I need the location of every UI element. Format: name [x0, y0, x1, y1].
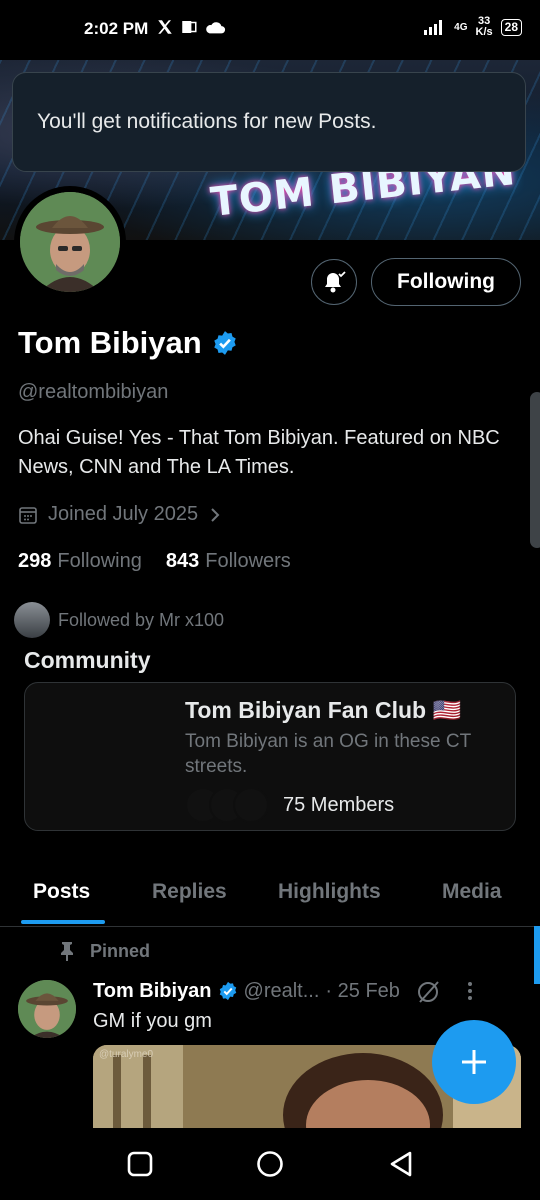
status-notification-icons [156, 18, 226, 36]
signal-icon [424, 20, 443, 35]
joined-date-row[interactable]: Joined July 2025 [18, 503, 222, 526]
following-button[interactable]: Following [371, 258, 521, 306]
followers-stat[interactable]: 843 Followers [166, 550, 291, 573]
notification-toast: You'll get notifications for new Posts. [12, 72, 526, 172]
profile-name-row: Tom Bibiyan [18, 325, 238, 361]
more-options-icon[interactable] [466, 980, 474, 1002]
pinned-label-row: Pinned [58, 940, 150, 962]
followed-by-row[interactable]: Followed by Mr x100 [14, 602, 224, 638]
pin-icon [61, 942, 73, 961]
followers-count: 843 [165, 550, 200, 572]
profile-display-name: Tom Bibiyan [18, 325, 202, 360]
status-time: 2:02 PM [84, 19, 149, 38]
plus-icon [462, 1050, 486, 1074]
followed-by-text: Followed by Mr x100 [58, 609, 225, 630]
following-stat[interactable]: 298 Following [18, 550, 142, 573]
active-tab-indicator [21, 920, 105, 924]
tab-highlights[interactable]: Highlights [278, 880, 381, 904]
grok-icon[interactable] [416, 978, 442, 1004]
compose-post-button[interactable] [432, 1020, 516, 1104]
avatar-photo [20, 192, 120, 292]
edge-panel-handle[interactable] [530, 392, 540, 548]
profile-handle: @realtombibiyan [18, 381, 169, 403]
chevron-right-icon [211, 507, 220, 522]
post-author-name[interactable]: Tom Bibiyan [93, 980, 212, 1003]
tab-replies[interactable]: Replies [152, 880, 227, 904]
net-speed: 33 K/s [476, 16, 493, 38]
community-card[interactable]: Tom Bibiyan Fan Club 🇺🇸 Tom Bibiyan is a… [24, 682, 516, 831]
profile-bio: Ohai Guise! Yes - That Tom Bibiyan. Feat… [18, 427, 500, 478]
cloud-icon [206, 22, 226, 34]
post-header: Tom Bibiyan @realt... · 25 Feb [93, 978, 474, 1004]
verified-badge-icon [219, 981, 236, 1001]
system-nav-bar [0, 1128, 540, 1200]
verified-badge-icon[interactable] [212, 330, 238, 356]
profile-tabs: Posts Replies Highlights Media [0, 862, 540, 927]
profile-avatar[interactable] [14, 186, 126, 298]
home-button[interactable] [256, 1150, 284, 1178]
community-section-title: Community [24, 647, 151, 673]
pinned-label: Pinned [90, 940, 151, 961]
office-icon [182, 21, 197, 33]
x-logo-icon [158, 20, 172, 34]
net-speed-unit: K/s [475, 26, 493, 38]
status-right: 4G 33 K/s 28 [424, 16, 522, 38]
members-count: 75 Members [283, 793, 395, 816]
follow-stats: 298 Following 843 Followers [18, 550, 291, 573]
bell-check-icon [325, 271, 346, 293]
post-text: GM if you gm [93, 1010, 212, 1032]
recent-apps-button[interactable] [127, 1151, 153, 1177]
post-author-avatar[interactable] [18, 980, 76, 1038]
network-type: 4G [454, 21, 468, 33]
notification-bell-button[interactable] [311, 259, 357, 305]
followers-label: Followers [205, 550, 291, 572]
community-description: Tom Bibiyan is an OG in these CT streets… [185, 731, 471, 777]
joined-date: Joined July 2025 [48, 503, 199, 525]
community-members: 75 Members [185, 787, 394, 823]
post-author-handle[interactable]: @realt... [244, 980, 320, 1003]
media-watermark: @turalyme0 [99, 1049, 154, 1060]
calendar-icon [19, 506, 37, 524]
status-bar: 2:02 PM 4G 33 K/s 28 [0, 0, 540, 60]
toast-message: You'll get notifications for new Posts. [37, 110, 377, 133]
member-avatar [233, 787, 269, 823]
post-date: · 25 Feb [325, 979, 400, 1002]
community-name: Tom Bibiyan Fan Club 🇺🇸 [185, 697, 462, 723]
scroll-indicator [534, 926, 540, 984]
battery-icon: 28 [500, 18, 522, 36]
tab-posts[interactable]: Posts [33, 880, 90, 904]
back-button[interactable] [388, 1150, 414, 1178]
following-count: 298 [18, 550, 52, 572]
tab-media[interactable]: Media [442, 880, 502, 904]
follower-avatar [14, 602, 50, 638]
following-label: Following [57, 550, 142, 572]
